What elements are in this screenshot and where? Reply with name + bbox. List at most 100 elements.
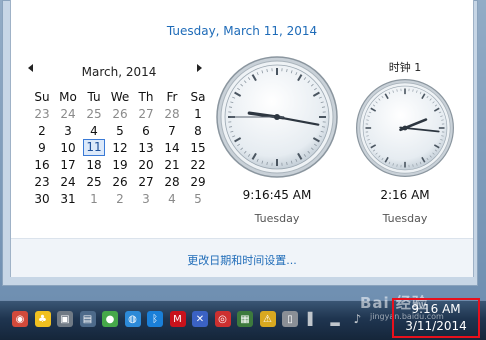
calendar-day-number: 15 (190, 141, 205, 155)
clock-local-time: 9:16:45 AM (215, 188, 339, 202)
calendar-day-number: 5 (194, 192, 202, 206)
calendar-day[interactable]: 17 (55, 156, 81, 173)
calendar-day[interactable]: 28 (159, 105, 185, 122)
calendar-day[interactable]: 5 (107, 122, 133, 139)
calendar-week-row: 1617 18 19 20 2122 (29, 156, 211, 173)
calendar-day-number: 19 (112, 158, 127, 172)
calendar-day[interactable]: 27 (133, 173, 159, 190)
browser-icon[interactable]: ◍ (125, 311, 141, 327)
calendar-month-title[interactable]: March, 2014 (69, 65, 169, 79)
next-month-button[interactable] (195, 63, 203, 76)
calendar-day[interactable]: 10 (55, 139, 81, 156)
bluetooth-icon[interactable]: ᛒ (147, 311, 163, 327)
calendar-day[interactable]: 25 (81, 105, 107, 122)
calendar-day-number: 3 (64, 124, 72, 138)
calendar-day-number: 26 (112, 175, 127, 189)
calendar-day-number: 23 (34, 107, 49, 121)
chrome-icon[interactable]: ◉ (12, 311, 28, 327)
calendar-day[interactable]: 4 (81, 122, 107, 139)
calendar-day[interactable]: 13 (133, 139, 159, 156)
calendar-day-number: 28 (164, 175, 179, 189)
weekday-label: We (107, 88, 133, 105)
calendar-day[interactable]: 23 (29, 105, 55, 122)
calendar-day-number: 8 (194, 124, 202, 138)
calendar-day[interactable]: 6 (133, 122, 159, 139)
calendar-day[interactable]: 28 (159, 173, 185, 190)
weekday-label: Th (133, 88, 159, 105)
calendar-day-number: 3 (142, 192, 150, 206)
calendar-day[interactable]: 3 (133, 190, 159, 207)
calendar-day[interactable]: 25 (81, 173, 107, 190)
calendar-day[interactable]: 26 (107, 105, 133, 122)
calendar-day-number: 27 (138, 175, 153, 189)
calendar-day[interactable]: 1 (81, 190, 107, 207)
change-date-time-settings-link[interactable]: 更改日期和时间设置... (11, 252, 473, 268)
calendar-day-number: 9 (38, 141, 46, 155)
calendar-day[interactable]: 12 (107, 139, 133, 156)
action-center-icon[interactable]: ▌ (305, 311, 321, 327)
calendar-day[interactable]: 18 (81, 156, 107, 173)
calendar-day[interactable]: 2 (29, 122, 55, 139)
calendar-day-number: 29 (190, 175, 205, 189)
clock-local-day: Tuesday (215, 212, 339, 225)
clock-additional-day: Tuesday (355, 212, 455, 225)
network-share-icon[interactable]: ▤ (80, 311, 96, 327)
taskbar-clock-button[interactable]: 9:16 AM 3/11/2014 (392, 298, 480, 338)
weekday-label: Tu (81, 88, 107, 105)
flyout-footer: 更改日期和时间设置... (11, 238, 473, 277)
calendar-day[interactable]: 15 (185, 139, 211, 156)
weekday-label: Su (29, 88, 55, 105)
clock-additional-time: 2:16 AM (355, 188, 455, 202)
calendar-day[interactable]: 30 (29, 190, 55, 207)
calendar-day-number: 2 (38, 124, 46, 138)
power-icon[interactable]: ◎ (215, 311, 231, 327)
warning-icon[interactable]: ⚠ (260, 311, 276, 327)
calendar-day[interactable]: 16 (29, 156, 55, 173)
calendar-week-row: 9 101112 13 14 15 (29, 139, 211, 156)
calendar-day-number: 1 (90, 192, 98, 206)
clock-center-pin (274, 114, 280, 120)
calendar-day[interactable]: 3 (55, 122, 81, 139)
volume-icon[interactable]: ♪ (350, 311, 366, 327)
calendar-day[interactable]: 1 (185, 105, 211, 122)
weekday-label: Mo (55, 88, 81, 105)
calendar-day[interactable]: 14 (159, 139, 185, 156)
usb-icon[interactable]: ▯ (282, 311, 298, 327)
prev-month-button[interactable] (27, 63, 35, 76)
calendar-day[interactable]: 29 (185, 173, 211, 190)
long-date-link[interactable]: Tuesday, March 11, 2014 (11, 24, 473, 38)
calendar-day[interactable]: 9 (29, 139, 55, 156)
calendar-day[interactable]: 4 (159, 190, 185, 207)
calendar-day[interactable]: 24 (55, 173, 81, 190)
wechat-icon[interactable]: ● (102, 311, 118, 327)
analog-clock-local (215, 55, 339, 179)
signal-icon[interactable]: ▂ (327, 311, 343, 327)
calendar-day[interactable]: 26 (107, 173, 133, 190)
calendar-day-number: 2 (116, 192, 124, 206)
calendar-day-today[interactable]: 11 (81, 139, 107, 156)
security-icon[interactable]: ✕ (192, 311, 208, 327)
calendar-day[interactable]: 2 (107, 190, 133, 207)
calendar-day[interactable]: 19 (107, 156, 133, 173)
calendar-grid: SuMoTuWeThFrSa 2324252627281234567891011… (29, 88, 211, 207)
calendar-day-number: 13 (138, 141, 153, 155)
calendar-day[interactable]: 23 (29, 173, 55, 190)
calendar-day[interactable]: 7 (159, 122, 185, 139)
mcafee-icon[interactable]: M (170, 311, 186, 327)
calendar-day[interactable]: 20 (133, 156, 159, 173)
calendar-day-number: 18 (86, 158, 101, 172)
calendar-day[interactable]: 22 (185, 156, 211, 173)
calendar-day[interactable]: 31 (55, 190, 81, 207)
weekday-label: Fr (159, 88, 185, 105)
calendar-day[interactable]: 27 (133, 105, 159, 122)
calendar-day-number: 20 (138, 158, 153, 172)
calendar-day-number: 31 (60, 192, 75, 206)
calendar-day[interactable]: 5 (185, 190, 211, 207)
flag-icon[interactable]: ▦ (237, 311, 253, 327)
calendar-day-number: 5 (116, 124, 124, 138)
calendar-day[interactable]: 8 (185, 122, 211, 139)
app-icon[interactable]: ▣ (57, 311, 73, 327)
qq-icon[interactable]: ♣ (35, 311, 51, 327)
calendar-day[interactable]: 24 (55, 105, 81, 122)
calendar-day[interactable]: 21 (159, 156, 185, 173)
